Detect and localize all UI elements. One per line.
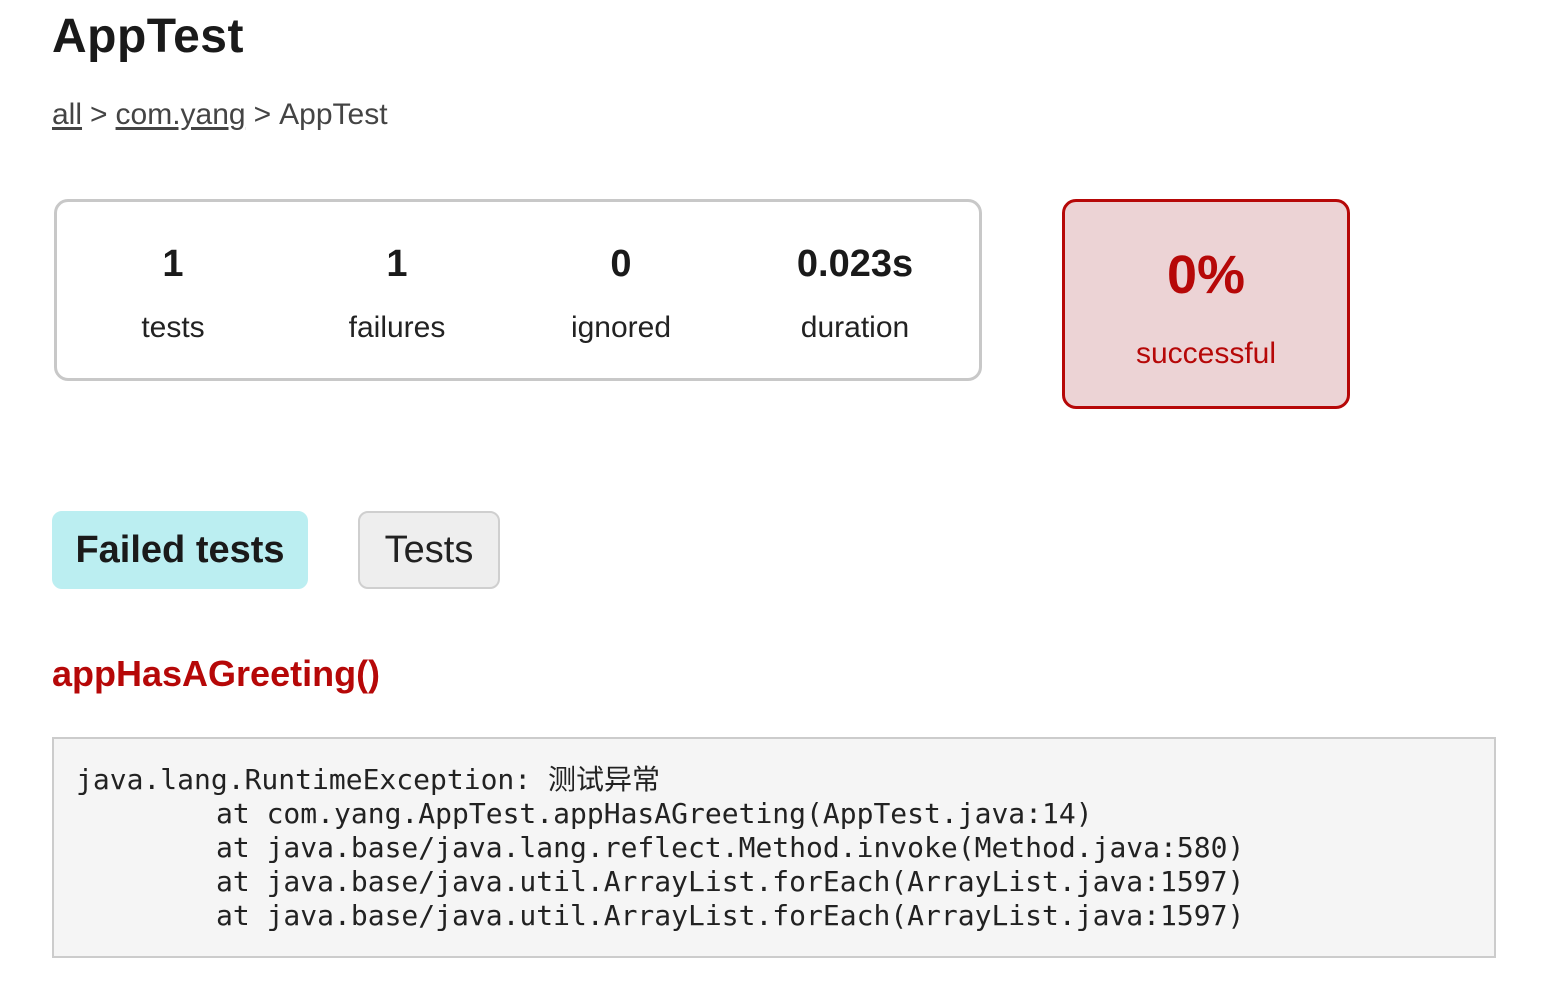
tab-tests[interactable]: Tests — [358, 511, 500, 589]
counter-ignored-value: 0 — [610, 243, 632, 285]
summary-box: 1 tests 1 failures 0 ignored 0.023s dura… — [54, 199, 982, 381]
success-rate-value: 0% — [1166, 245, 1246, 305]
page-title: AppTest — [52, 10, 244, 63]
counter-failures: 1 failures — [307, 202, 487, 378]
breadcrumb-separator: > — [90, 98, 108, 131]
stacktrace: java.lang.RuntimeException: 测试异常 at com.y… — [52, 737, 1496, 958]
stacktrace-frame: at java.base/java.util.ArrayList.forEach… — [216, 899, 1245, 932]
counter-failures-value: 1 — [386, 243, 408, 285]
stacktrace-frame: at java.base/java.util.ArrayList.forEach… — [216, 865, 1245, 898]
breadcrumb-link-all[interactable]: all — [52, 98, 82, 131]
counter-duration-label: duration — [800, 311, 910, 344]
counter-tests-value: 1 — [162, 243, 184, 285]
breadcrumb: all > com.yang > AppTest — [52, 94, 388, 136]
stacktrace-frame: at java.base/java.lang.reflect.Method.in… — [216, 831, 1245, 864]
tab-failed-tests[interactable]: Failed tests — [52, 511, 308, 589]
breadcrumb-link-package[interactable]: com.yang — [116, 98, 246, 131]
success-rate-box: 0% successful — [1062, 199, 1350, 409]
breadcrumb-current: AppTest — [279, 98, 388, 131]
failed-test-name: appHasAGreeting() — [52, 653, 381, 694]
counter-tests-label: tests — [141, 311, 205, 344]
counter-ignored: 0 ignored — [531, 202, 711, 378]
stacktrace-exception: java.lang.RuntimeException: 测试异常 — [76, 763, 661, 796]
stacktrace-frame: at com.yang.AppTest.appHasAGreeting(AppT… — [216, 797, 1093, 830]
counter-duration: 0.023s duration — [760, 202, 950, 378]
counter-failures-label: failures — [348, 311, 446, 344]
counter-duration-value: 0.023s — [796, 243, 914, 285]
success-rate-label: successful — [1135, 337, 1277, 370]
counter-tests: 1 tests — [83, 202, 263, 378]
breadcrumb-separator: > — [253, 98, 272, 131]
counter-ignored-label: ignored — [570, 311, 672, 344]
